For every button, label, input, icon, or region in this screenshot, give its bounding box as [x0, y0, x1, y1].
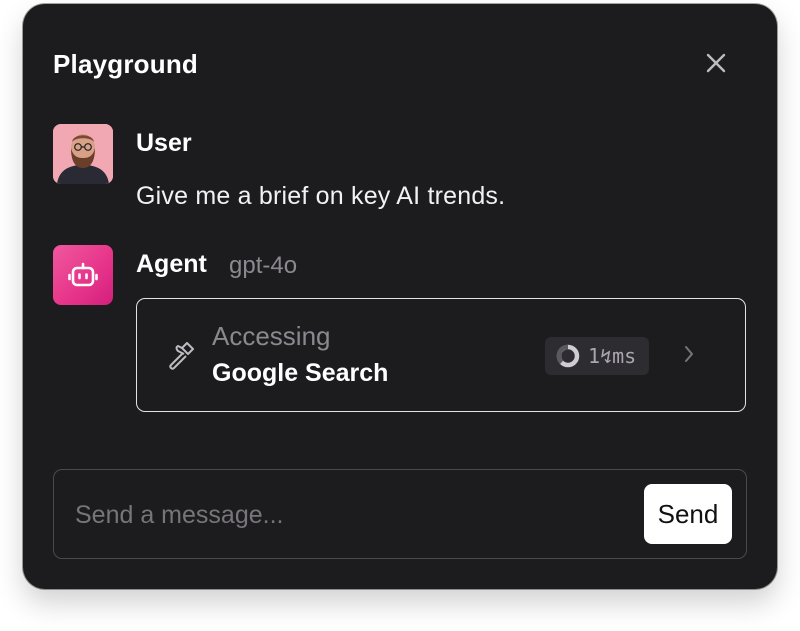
- spinner-icon: [556, 344, 580, 368]
- close-button[interactable]: [704, 51, 728, 75]
- send-button[interactable]: Send: [644, 484, 732, 544]
- message-composer: Send: [53, 469, 747, 559]
- tool-name: Google Search: [212, 359, 389, 387]
- playground-panel: Playground User Give me a brief on key A…: [23, 4, 777, 589]
- robot-icon: [68, 262, 98, 287]
- agent-model: gpt-4o: [229, 252, 298, 279]
- hammer-icon: [169, 342, 194, 370]
- user-avatar: [53, 124, 113, 184]
- elapsed-time: 1↯ms: [588, 344, 637, 368]
- message-input[interactable]: [73, 494, 617, 536]
- elapsed-badge: 1↯ms: [545, 337, 649, 375]
- tool-call-card[interactable]: Accessing Google Search 1↯ms: [136, 298, 746, 412]
- panel-title: Playground: [53, 49, 199, 79]
- agent-avatar: [53, 245, 113, 305]
- chevron-right-icon: [685, 346, 693, 362]
- user-name: User: [136, 129, 192, 157]
- tool-status: Accessing: [212, 321, 331, 351]
- user-message: Give me a brief on key AI trends.: [136, 182, 506, 210]
- close-icon: [706, 53, 726, 73]
- agent-name: Agent: [136, 250, 207, 278]
